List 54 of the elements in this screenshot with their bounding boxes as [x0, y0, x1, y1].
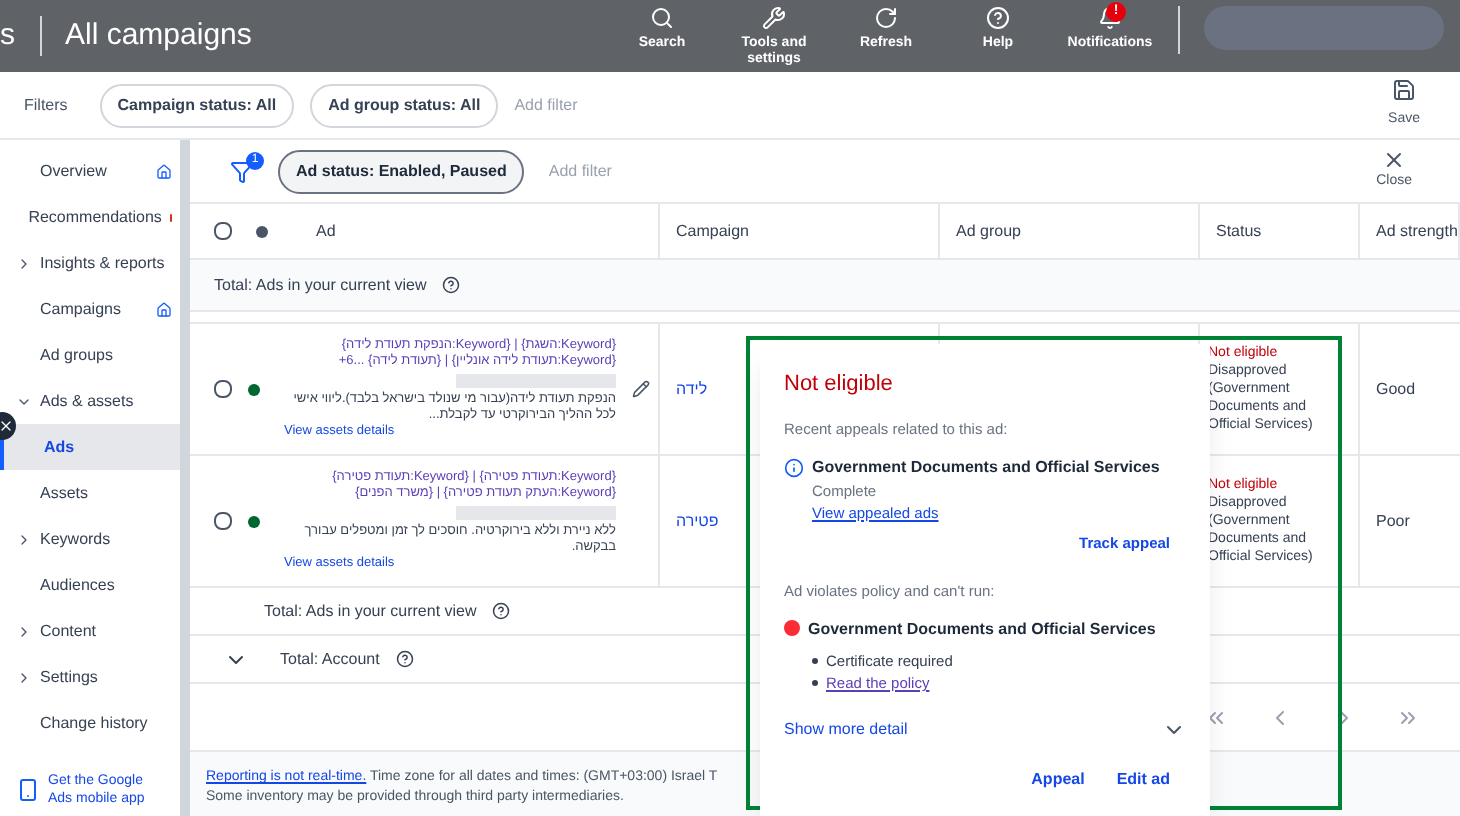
campaign-link[interactable]: לידה — [676, 377, 708, 401]
sidebar-item[interactable]: Assets — [0, 470, 180, 516]
bullet-icon — [812, 680, 818, 687]
help-icon[interactable] — [395, 650, 414, 668]
close-icon — [1382, 148, 1407, 173]
search-icon — [650, 5, 674, 29]
popup-action-button[interactable]: Edit ad — [1116, 768, 1170, 792]
save-icon — [1392, 78, 1417, 103]
show-more-button[interactable]: Show more detail — [784, 718, 1186, 743]
filter-icon[interactable] — [230, 159, 254, 183]
notifications-icon — [1098, 5, 1122, 29]
help-icon — [986, 5, 1010, 29]
refresh-icon — [874, 5, 898, 29]
filter-chip[interactable]: Ad group status: All — [310, 83, 499, 127]
filters-label: Filters — [24, 93, 68, 117]
sidebar-item[interactable]: Audiences — [0, 562, 180, 608]
help-icon[interactable] — [442, 276, 461, 294]
sidebar-item[interactable]: Campaigns — [0, 286, 180, 332]
violation-policy: Government Documents and Official Services — [808, 617, 1156, 642]
checkbox[interactable] — [214, 222, 232, 240]
total-label: Total: Ads in your current view — [214, 273, 427, 297]
sidebar-item[interactable]: Ads & assets — [0, 378, 180, 424]
sidebar-item[interactable]: Recommendations — [0, 194, 180, 240]
sidebar-scrollbar[interactable] — [180, 140, 190, 816]
close-icon — [0, 418, 14, 434]
help-icon[interactable] — [492, 602, 511, 620]
page-title: All campaigns — [65, 15, 252, 56]
sidebar-item[interactable]: Insights & reports — [0, 240, 180, 286]
filter-chip[interactable]: Campaign status: All — [99, 83, 295, 127]
sidebar-item[interactable]: Ad groups — [0, 332, 180, 378]
appeal-policy: Government Documents and Official Services — [812, 455, 1160, 480]
total-label: Total: Ads in your current view — [264, 599, 477, 623]
phone-icon — [16, 778, 40, 802]
checkbox[interactable] — [214, 380, 232, 398]
info-icon — [784, 457, 804, 478]
total-label: Total: Account — [280, 647, 380, 671]
bullet-icon — [812, 657, 818, 664]
title-fragment: s — [0, 15, 15, 56]
sidebar-item[interactable]: Overview — [0, 148, 180, 194]
ad-strength: Poor — [1376, 509, 1410, 533]
campaign-link[interactable]: פטירה — [676, 509, 719, 533]
tools-icon — [762, 5, 786, 29]
edit-icon[interactable] — [632, 380, 650, 398]
filter-chip[interactable]: Ad status: Enabled, Paused — [278, 149, 525, 193]
checkbox[interactable] — [214, 512, 232, 530]
sidebar-item[interactable]: Settings — [0, 654, 180, 700]
sidebar-item[interactable]: Change history — [0, 700, 180, 746]
sidebar-item[interactable]: Content — [0, 608, 180, 654]
ad-strength: Good — [1376, 377, 1416, 401]
column-header[interactable]: Ad — [316, 219, 336, 243]
sidebar-item[interactable]: Ads — [0, 424, 180, 470]
popup-title: Not eligible — [784, 370, 895, 400]
popup-action-button[interactable]: Appeal — [1031, 768, 1085, 792]
sidebar-item[interactable]: Keywords — [0, 516, 180, 562]
